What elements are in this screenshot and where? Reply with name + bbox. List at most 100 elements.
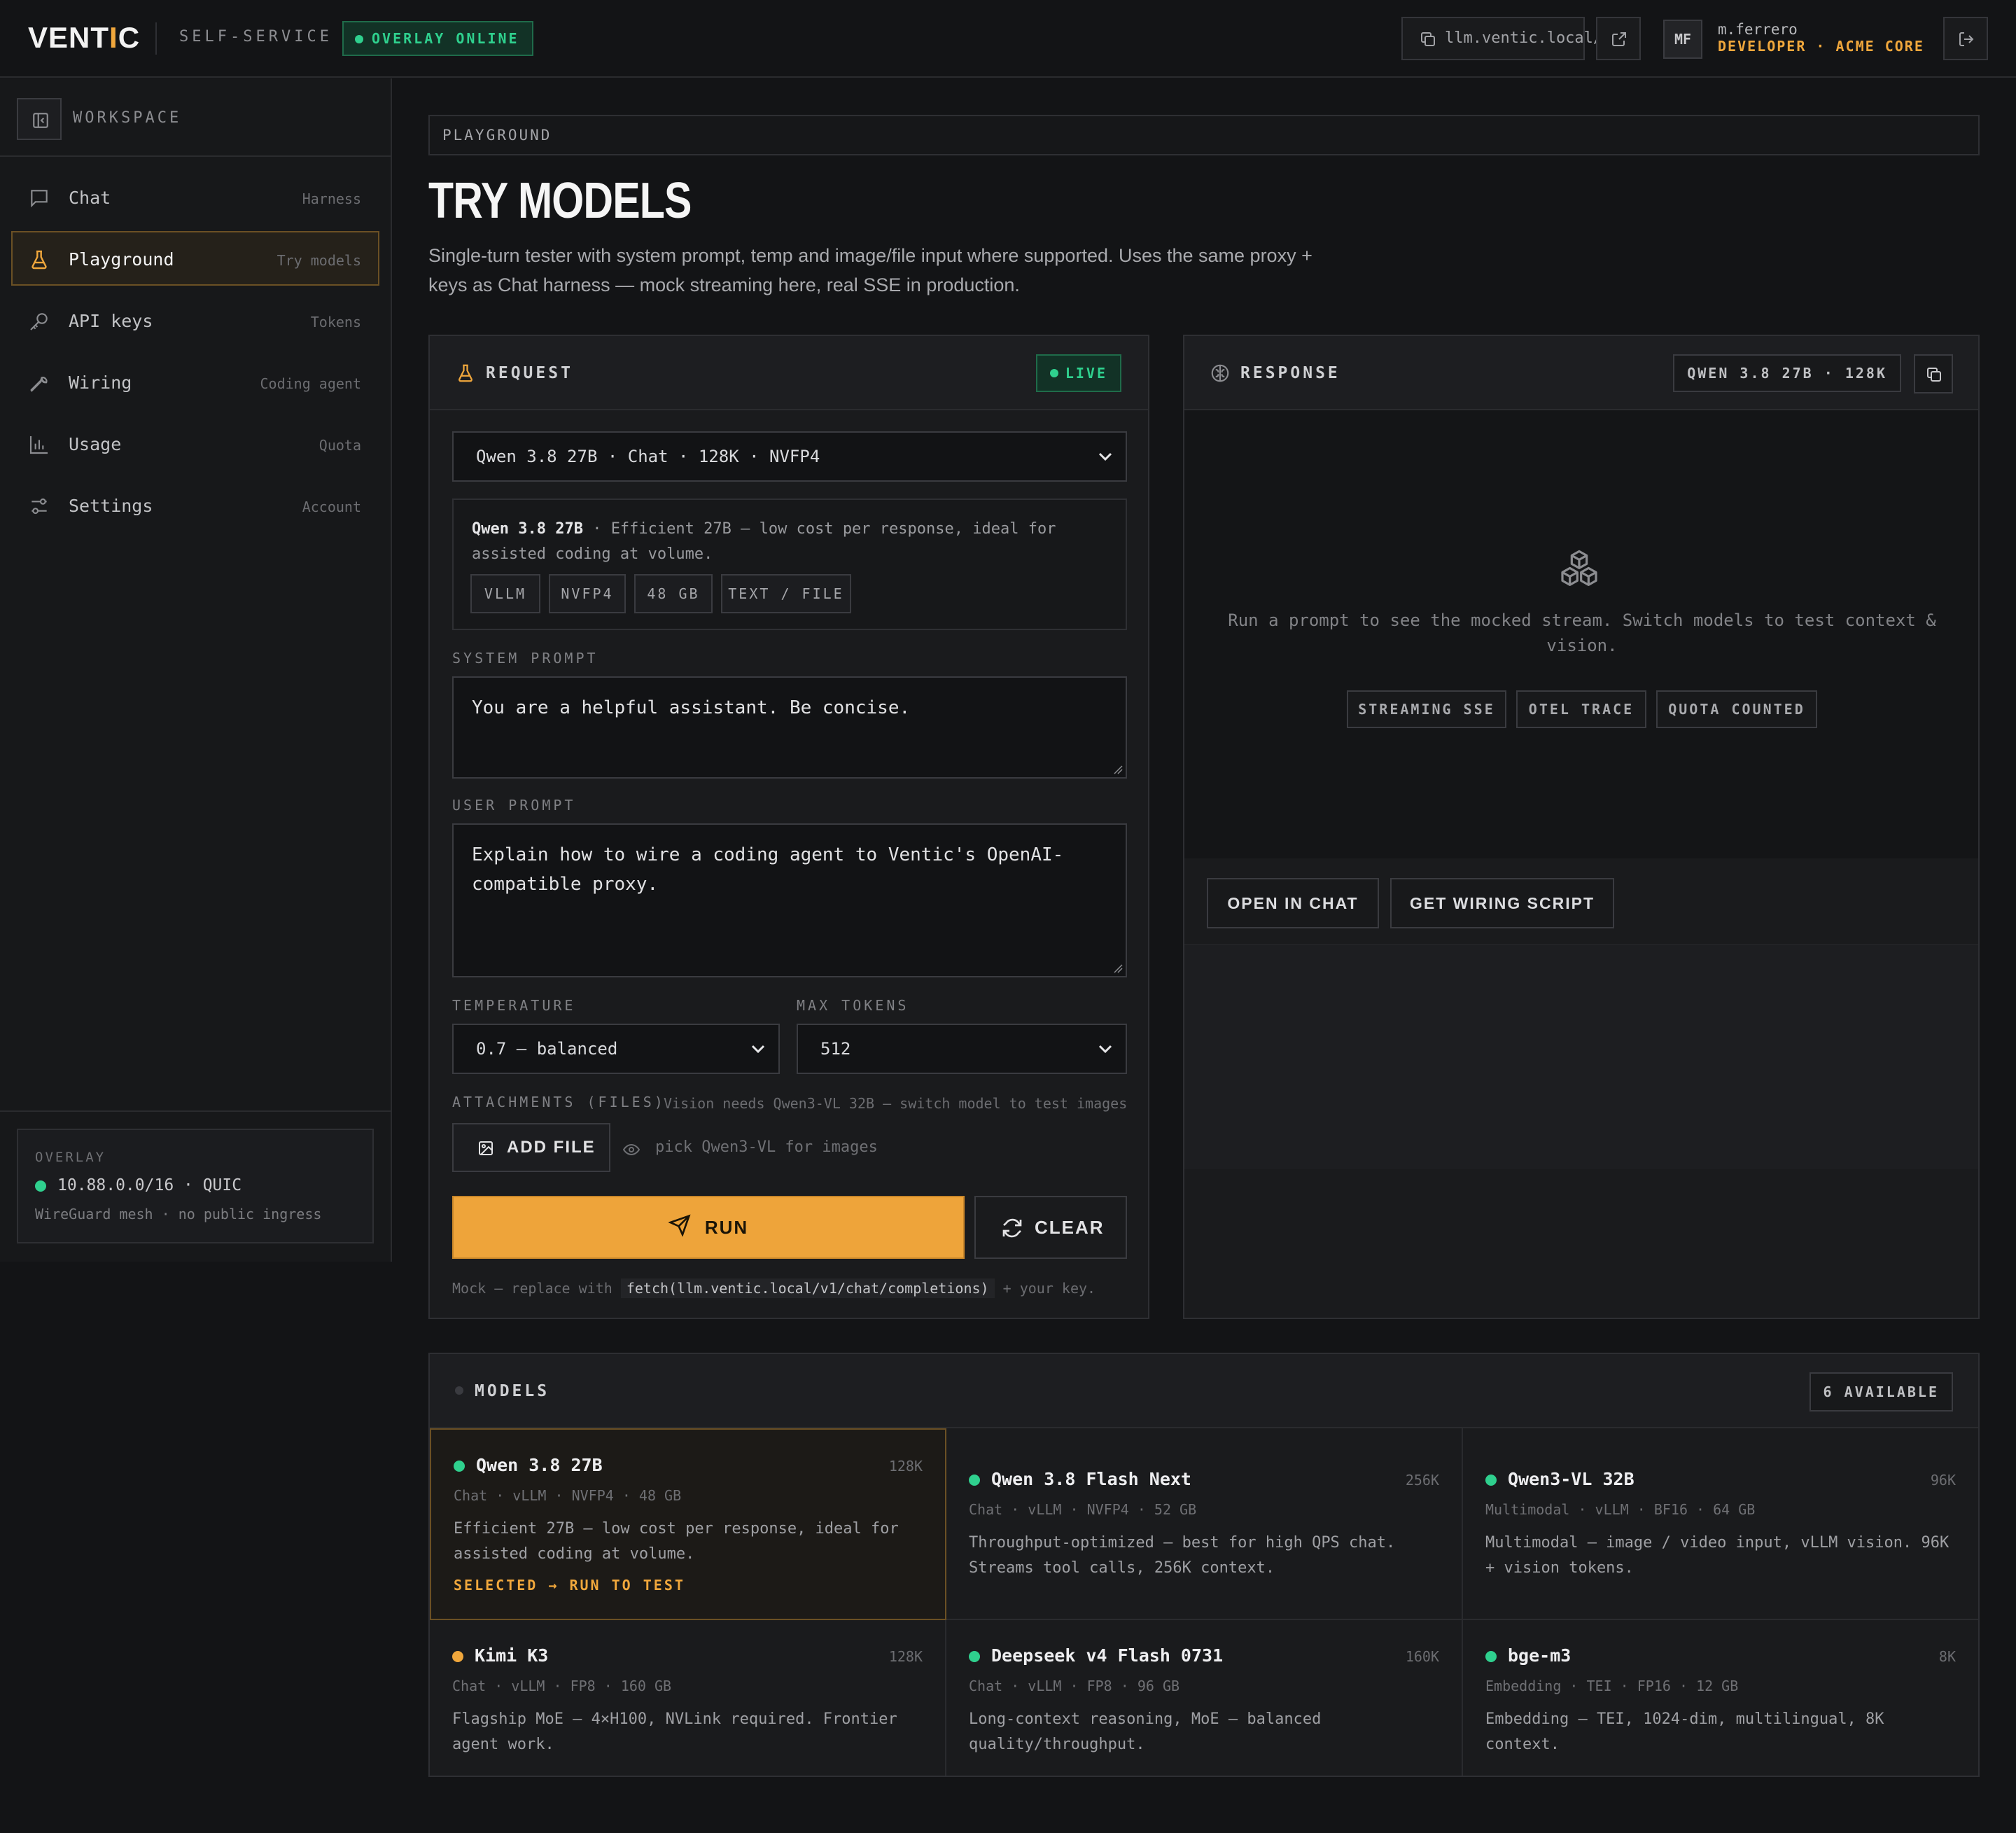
cubes-icon bbox=[1561, 550, 1597, 586]
response-model-badge: QWEN 3.8 27B · 128K bbox=[1673, 354, 1901, 392]
sidebar-item-hint: Try models bbox=[276, 252, 361, 269]
model-description: Flagship MoE — 4×H100, NVLink required. … bbox=[452, 1710, 897, 1753]
logout-button[interactable] bbox=[1943, 17, 1988, 60]
user-name: m.ferrero bbox=[1718, 21, 1798, 38]
model-context: 96K bbox=[1930, 1472, 1956, 1489]
model-select[interactable]: Qwen 3.8 27B · Chat · 128K · NVFP4 bbox=[452, 431, 1127, 482]
get-wiring-script-button[interactable]: GET WIRING SCRIPT bbox=[1390, 878, 1614, 928]
model-meta: Multimodal · vLLM · BF16 · 64 GB bbox=[1485, 1501, 1756, 1518]
chevron-down-icon bbox=[1098, 1045, 1112, 1054]
model-description: Efficient 27B — low cost per response, i… bbox=[454, 1520, 899, 1563]
empty-state-text: Run a prompt to see the mocked stream. S… bbox=[1228, 611, 1936, 655]
add-file-button[interactable]: ADD FILE bbox=[452, 1123, 610, 1172]
status-dot-icon bbox=[1485, 1475, 1497, 1486]
model-description: Long-context reasoning, MoE — balanced q… bbox=[969, 1710, 1322, 1753]
overlay-card: OVERLAY 10.88.0.0/16 · QUIC WireGuard me… bbox=[17, 1129, 374, 1243]
sidebar-item-chat[interactable]: Chat Harness bbox=[11, 169, 379, 224]
copy-icon bbox=[1421, 32, 1435, 46]
app-logo[interactable]: VENTIC bbox=[28, 21, 140, 55]
copy-response-button[interactable] bbox=[1914, 354, 1953, 393]
model-card-qwen3-vl-32b[interactable]: Qwen3-VL 32B 96K Multimodal · vLLM · BF1… bbox=[1463, 1428, 1978, 1620]
response-panel: RESPONSE QWEN 3.8 27B · 128K Run a promp… bbox=[1183, 335, 1980, 1319]
breadcrumb: PLAYGROUND bbox=[428, 115, 1980, 155]
model-name: Qwen 3.8 27B bbox=[476, 1455, 603, 1475]
open-external-button[interactable] bbox=[1596, 17, 1641, 60]
model-description: Throughput-optimized — best for high QPS… bbox=[969, 1534, 1396, 1577]
chat-bubble-icon bbox=[31, 190, 48, 208]
sidebar-header: WORKSPACE bbox=[0, 78, 391, 157]
max-tokens-select[interactable]: 512 bbox=[797, 1024, 1127, 1074]
sidebar-item-wiring[interactable]: Wiring Coding agent bbox=[11, 354, 379, 409]
brain-icon bbox=[1211, 364, 1229, 382]
model-context: 8K bbox=[1938, 1648, 1956, 1665]
resize-grip-icon[interactable] bbox=[1113, 963, 1123, 973]
open-in-chat-button[interactable]: OPEN IN CHAT bbox=[1207, 878, 1379, 928]
live-badge: LIVE bbox=[1035, 354, 1121, 392]
request-panel: REQUEST LIVE Qwen 3.8 27B · Chat · 128K … bbox=[428, 335, 1149, 1319]
model-meta: Chat · vLLM · FP8 · 96 GB bbox=[969, 1678, 1180, 1694]
model-context: 128K bbox=[888, 1648, 923, 1665]
flask-icon bbox=[458, 364, 472, 382]
status-dot-icon bbox=[1049, 369, 1058, 377]
sidebar-item-usage[interactable]: Usage Quota bbox=[11, 416, 379, 471]
overlay-detail: WireGuard mesh · no public ingress bbox=[35, 1206, 322, 1222]
workspace-label: WORKSPACE bbox=[73, 109, 182, 127]
model-name: bge-m3 bbox=[1508, 1645, 1572, 1666]
model-card-bge-m3[interactable]: bge-m3 8K Embedding · TEI · FP16 · 12 GB… bbox=[1463, 1620, 1978, 1776]
user-prompt-input[interactable]: Explain how to wire a coding agent to Ve… bbox=[452, 823, 1127, 977]
model-card-kimi-k3[interactable]: Kimi K3 128K Chat · vLLM · FP8 · 160 GB … bbox=[430, 1620, 946, 1776]
model-context: 160K bbox=[1405, 1648, 1439, 1665]
collapse-sidebar-button[interactable] bbox=[17, 98, 62, 140]
avatar[interactable]: MF bbox=[1663, 20, 1702, 59]
sidebar-item-hint: Account bbox=[302, 499, 361, 515]
user-menu[interactable]: MF m.ferrero DEVELOPER · ACME CORE bbox=[1663, 17, 1923, 60]
model-meta: Chat · vLLM · NVFP4 · 48 GB bbox=[454, 1487, 682, 1504]
sidebar-item-label: Chat bbox=[69, 188, 111, 208]
model-name: Kimi K3 bbox=[475, 1645, 549, 1666]
eye-icon bbox=[623, 1143, 640, 1156]
sidebar-item-playground[interactable]: Playground Try models bbox=[11, 231, 379, 286]
sidebar-item-settings[interactable]: Settings Account bbox=[11, 478, 379, 532]
sidebar-item-api-keys[interactable]: API keys Tokens bbox=[11, 293, 379, 347]
model-meta: Embedding · TEI · FP16 · 12 GB bbox=[1485, 1678, 1739, 1694]
copy-endpoint-button[interactable]: llm.ventic.local/v1 bbox=[1401, 17, 1621, 60]
chevron-down-icon bbox=[1098, 452, 1112, 461]
resize-grip-icon[interactable] bbox=[1113, 765, 1123, 774]
sidebar-item-hint: Harness bbox=[302, 190, 361, 207]
sidebar-item-label: Playground bbox=[69, 249, 174, 270]
system-prompt-input[interactable]: You are a helpful assistant. Be concise. bbox=[452, 676, 1127, 779]
page-description: Single-turn tester with system prompt, t… bbox=[428, 245, 1312, 295]
model-meta: Chat · vLLM · FP8 · 160 GB bbox=[452, 1678, 672, 1694]
status-dot-icon bbox=[452, 1651, 463, 1662]
overlay-address: 10.88.0.0/16 · QUIC bbox=[57, 1176, 242, 1194]
response-output: Run a prompt to see the mocked stream. S… bbox=[1184, 410, 1978, 858]
model-tag: 48 GB bbox=[634, 574, 713, 613]
model-card-deepseek-v4-flash[interactable]: Deepseek v4 Flash 0731 160K Chat · vLLM … bbox=[946, 1620, 1463, 1776]
model-name: Deepseek v4 Flash 0731 bbox=[991, 1645, 1224, 1666]
mock-note: Mock — replace with fetch(llm.ventic.loc… bbox=[452, 1278, 1096, 1298]
model-card-qwen-3-8-flash-next[interactable]: Qwen 3.8 Flash Next 256K Chat · vLLM · N… bbox=[946, 1428, 1463, 1620]
run-button[interactable]: RUN bbox=[452, 1196, 965, 1259]
models-title: MODELS bbox=[475, 1382, 550, 1400]
overlay-status-badge: OVERLAY ONLINE bbox=[342, 21, 533, 56]
sidebar-item-label: Usage bbox=[69, 434, 122, 454]
sidebar-item-label: Settings bbox=[69, 496, 153, 516]
clear-button[interactable]: CLEAR bbox=[974, 1196, 1127, 1259]
copy-icon bbox=[1927, 368, 1941, 382]
model-card-qwen-3-8-27b[interactable]: Qwen 3.8 27B 128K Chat · vLLM · NVFP4 · … bbox=[430, 1428, 946, 1620]
system-prompt-label: SYSTEM PROMPT bbox=[452, 650, 598, 667]
model-name: Qwen 3.8 Flash Next bbox=[991, 1469, 1191, 1489]
status-dot-icon bbox=[455, 1386, 463, 1395]
wrench-icon bbox=[30, 377, 48, 392]
model-name: Qwen3-VL 32B bbox=[1508, 1469, 1634, 1489]
model-context: 256K bbox=[1405, 1472, 1439, 1489]
sidebar-item-hint: Quota bbox=[318, 437, 361, 454]
model-context: 128K bbox=[888, 1458, 923, 1475]
flask-icon bbox=[31, 250, 47, 270]
feature-tag: OTEL TRACE bbox=[1516, 690, 1646, 728]
temperature-select[interactable]: 0.7 — balanced bbox=[452, 1024, 780, 1074]
external-link-icon bbox=[1612, 32, 1626, 46]
top-bar: VENTIC SELF-SERVICE OVERLAY ONLINE llm.v… bbox=[0, 0, 2016, 78]
divider bbox=[0, 1110, 391, 1112]
sidebar-item-label: Wiring bbox=[69, 372, 132, 393]
